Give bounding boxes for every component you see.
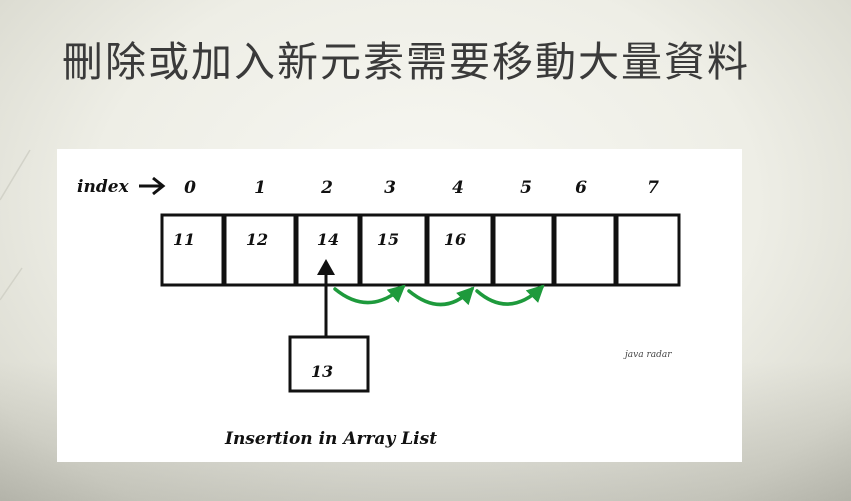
index-number: 5 [520, 178, 532, 198]
cell-values: 11 12 14 15 16 [173, 230, 466, 249]
cell-value: 15 [377, 230, 399, 249]
array-cell [553, 213, 617, 287]
shift-arrow-icon [333, 284, 406, 305]
array-cell [359, 213, 428, 287]
new-element-value: 13 [311, 362, 333, 381]
array-cell [223, 213, 297, 287]
index-label: index [77, 177, 130, 197]
insert-arrow-icon [317, 259, 335, 337]
index-number: 7 [647, 178, 659, 198]
cell-value: 16 [444, 230, 466, 249]
index-arrow-icon [139, 176, 166, 196]
array-cell [426, 213, 494, 287]
index-number: 2 [320, 178, 333, 198]
shift-arrow-icon [475, 284, 545, 306]
array-insertion-diagram: index 0 1 2 3 4 5 6 7 11 12 14 15 16 13 … [57, 149, 742, 462]
diagram-caption: Insertion in Array List [224, 429, 437, 449]
index-numbers: 0 1 2 3 4 5 6 7 [184, 178, 659, 198]
array-cells [160, 213, 681, 287]
slide-title: 刪除或加入新元素需要移動大量資料 [62, 38, 750, 86]
cell-value: 14 [317, 230, 339, 249]
index-number: 6 [575, 178, 587, 198]
watermark-text: java radar [623, 350, 672, 360]
array-cell [615, 213, 681, 287]
diagram-canvas: index 0 1 2 3 4 5 6 7 11 12 14 15 16 13 … [77, 176, 681, 449]
shift-arrow-icon [407, 286, 475, 307]
array-cell [492, 213, 555, 287]
index-number: 1 [254, 178, 266, 198]
cell-value: 12 [246, 230, 268, 249]
cell-value: 11 [173, 230, 195, 249]
index-number: 4 [452, 178, 464, 198]
index-number: 3 [384, 178, 396, 198]
shift-arrows [333, 284, 545, 307]
array-cell [160, 213, 225, 287]
index-number: 0 [184, 178, 196, 198]
